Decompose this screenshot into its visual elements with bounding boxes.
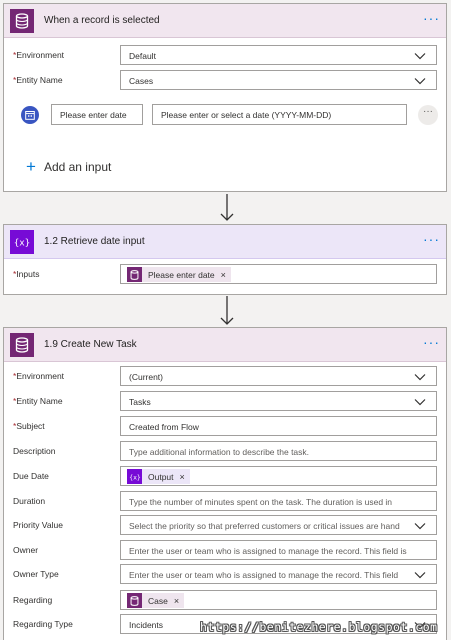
field-value: Created from Flow bbox=[129, 422, 199, 432]
chevron-down-icon bbox=[414, 374, 426, 381]
priority-dropdown[interactable]: Select the priority so that preferred cu… bbox=[120, 515, 437, 535]
regarding-input[interactable]: Case × bbox=[120, 590, 437, 610]
field-value: Tasks bbox=[129, 397, 151, 407]
chevron-down-icon bbox=[414, 399, 426, 406]
database-icon bbox=[10, 333, 34, 357]
compose-card-header[interactable]: {x} 1.2 Retrieve date input ··· bbox=[4, 225, 446, 259]
field-label: Owner Type bbox=[13, 569, 59, 579]
field-placeholder: Enter the user or team who is assigned t… bbox=[129, 570, 399, 580]
inputs-label: *Inputs bbox=[13, 269, 40, 279]
date-input-value-field[interactable]: Please enter or select a date (YYYY-MM-D… bbox=[152, 104, 407, 125]
field-placeholder: Type the number of minutes spent on the … bbox=[129, 497, 393, 507]
entity-name-value: Cases bbox=[129, 76, 154, 86]
token-remove-icon[interactable]: × bbox=[174, 596, 179, 606]
owner-type-dropdown[interactable]: Enter the user or team who is assigned t… bbox=[120, 564, 437, 584]
add-input-button[interactable]: + Add an input bbox=[26, 158, 111, 175]
field-label: Owner bbox=[13, 545, 39, 555]
task-entity-row: *Entity Name Tasks bbox=[4, 391, 446, 411]
field-label: Due Date bbox=[13, 471, 49, 481]
field-label: Regarding bbox=[13, 595, 53, 605]
field-placeholder: Select the priority so that preferred cu… bbox=[129, 521, 400, 531]
trigger-environment-row: *Environment Default bbox=[4, 45, 446, 65]
due-date-row: Due Date {x} Output × bbox=[4, 466, 446, 486]
svg-text:{x}: {x} bbox=[14, 239, 30, 249]
trigger-entity-row: *Entity Name Cases bbox=[4, 70, 446, 90]
dynamic-content-token[interactable]: Case × bbox=[127, 593, 185, 608]
variable-icon: {x} bbox=[127, 469, 142, 484]
field-label: Priority Value bbox=[13, 520, 63, 530]
dynamic-content-token[interactable]: Please enter date × bbox=[127, 267, 231, 282]
dynamic-content-token[interactable]: {x} Output × bbox=[127, 469, 190, 484]
date-input-name-field[interactable]: Please enter date bbox=[51, 104, 143, 125]
task-environment-row: *Environment (Current) bbox=[4, 366, 446, 386]
field-label: Description bbox=[13, 446, 56, 456]
description-input[interactable]: Type additional information to describe … bbox=[120, 441, 437, 461]
create-task-title: 1.9 Create New Task bbox=[44, 339, 137, 350]
environment-value: Default bbox=[129, 51, 156, 61]
field-label: Duration bbox=[13, 496, 46, 506]
plus-icon: + bbox=[26, 157, 36, 176]
field-label: *Entity Name bbox=[13, 396, 63, 406]
database-icon bbox=[10, 9, 34, 33]
create-task-card-header[interactable]: 1.9 Create New Task ··· bbox=[4, 328, 446, 362]
field-placeholder: Enter the user or team who is assigned t… bbox=[129, 546, 407, 556]
entity-name-dropdown[interactable]: Cases bbox=[120, 70, 437, 90]
trigger-more-icon[interactable]: ··· bbox=[423, 11, 440, 25]
field-placeholder: Type additional information to describe … bbox=[129, 447, 310, 457]
chevron-down-icon bbox=[414, 523, 426, 530]
entity-name-label: *Entity Name bbox=[13, 75, 63, 85]
arrow-down-icon bbox=[220, 194, 234, 221]
field-label: Regarding Type bbox=[13, 619, 73, 629]
field-label: *Subject bbox=[13, 421, 45, 431]
add-input-label: Add an input bbox=[43, 159, 112, 174]
token-label: Case bbox=[148, 595, 168, 606]
trigger-title: When a record is selected bbox=[44, 15, 160, 26]
watermark: https://benitezhere.blogspot.com bbox=[200, 620, 438, 634]
date-input-more-icon[interactable]: ··· bbox=[418, 105, 438, 125]
create-task-card: 1.9 Create New Task ··· *Environment (Cu… bbox=[3, 327, 447, 640]
environment-label: *Environment bbox=[13, 50, 65, 60]
database-icon bbox=[127, 267, 142, 282]
regarding-row: Regarding Case × bbox=[4, 590, 446, 610]
compose-title: 1.2 Retrieve date input bbox=[44, 236, 145, 247]
trigger-card-header[interactable]: When a record is selected ··· bbox=[4, 4, 446, 38]
description-row: Description Type additional information … bbox=[4, 441, 446, 461]
duration-input[interactable]: Type the number of minutes spent on the … bbox=[120, 491, 437, 511]
priority-row: Priority Value Select the priority so th… bbox=[4, 515, 446, 535]
variable-icon: {x} bbox=[10, 230, 34, 254]
environment-dropdown[interactable]: (Current) bbox=[120, 366, 437, 386]
entity-name-dropdown[interactable]: Tasks bbox=[120, 391, 437, 411]
chevron-down-icon bbox=[414, 572, 426, 579]
database-icon bbox=[127, 593, 142, 608]
date-input-row: Please enter date Please enter or select… bbox=[4, 104, 446, 126]
compose-card: {x} 1.2 Retrieve date input ··· *Inputs … bbox=[3, 224, 447, 295]
duration-row: Duration Type the number of minutes spen… bbox=[4, 491, 446, 511]
field-label: *Environment bbox=[13, 371, 65, 381]
create-task-more-icon[interactable]: ··· bbox=[423, 335, 440, 349]
svg-text:{x}: {x} bbox=[129, 473, 141, 481]
owner-type-row: Owner Type Enter the user or team who is… bbox=[4, 564, 446, 584]
field-value: (Current) bbox=[129, 372, 164, 382]
compose-more-icon[interactable]: ··· bbox=[423, 232, 440, 246]
token-remove-icon[interactable]: × bbox=[221, 270, 226, 280]
owner-input[interactable]: Enter the user or team who is assigned t… bbox=[120, 540, 437, 560]
token-remove-icon[interactable]: × bbox=[180, 472, 185, 482]
subject-row: *Subject Created from Flow bbox=[4, 416, 446, 436]
subject-input[interactable]: Created from Flow bbox=[120, 416, 437, 436]
chevron-down-icon bbox=[414, 78, 426, 85]
owner-row: Owner Enter the user or team who is assi… bbox=[4, 540, 446, 560]
due-date-input[interactable]: {x} Output × bbox=[120, 466, 437, 486]
trigger-card: When a record is selected ··· *Environme… bbox=[3, 3, 447, 192]
calendar-icon bbox=[21, 106, 39, 124]
arrow-down-icon bbox=[220, 296, 234, 325]
environment-dropdown[interactable]: Default bbox=[120, 45, 437, 65]
token-label: Output bbox=[148, 471, 174, 482]
inputs-row: *Inputs Please enter date × bbox=[4, 264, 446, 284]
inputs-field[interactable]: Please enter date × bbox=[120, 264, 437, 284]
chevron-down-icon bbox=[414, 53, 426, 60]
token-label: Please enter date bbox=[148, 269, 215, 280]
